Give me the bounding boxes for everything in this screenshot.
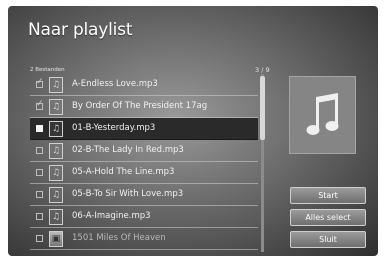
file-name: 1501 Miles Of Heaven <box>72 233 166 243</box>
page-title: Naar playlist <box>28 20 133 40</box>
file-list: ♫ A-Endless Love.mp3 ♫ By Order Of The P… <box>30 74 258 250</box>
list-item[interactable]: ♫ 02-B-The Lady In Red.mp3 <box>30 140 258 162</box>
file-name: 02-B-The Lady In Red.mp3 <box>72 145 184 155</box>
music-note-icon <box>306 93 339 135</box>
list-item[interactable]: ▣ 1501 Miles Of Heaven <box>30 228 258 250</box>
checkbox[interactable] <box>36 235 43 242</box>
list-item-selected[interactable]: ♫ 01-B-Yesterday.mp3 <box>30 118 258 140</box>
checkbox[interactable] <box>36 169 43 176</box>
list-item[interactable]: ♫ 06-A-Imagine.mp3 <box>30 206 258 228</box>
checkbox[interactable] <box>36 191 43 198</box>
file-name: A-Endless Love.mp3 <box>72 79 158 89</box>
checkbox[interactable] <box>36 125 43 132</box>
checkbox[interactable] <box>36 77 44 88</box>
photo-thumbnail-icon: ▣ <box>49 231 63 247</box>
list-item[interactable]: ♫ By Order Of The President 17ag <box>30 96 258 118</box>
file-name: By Order Of The President 17ag <box>72 101 208 111</box>
music-file-icon: ♫ <box>49 143 63 159</box>
checkbox[interactable] <box>36 147 43 154</box>
scrollbar-thumb[interactable] <box>260 76 265 140</box>
file-name: 05-B-To Sir With Love.mp3 <box>72 189 184 199</box>
preview-panel <box>289 76 356 154</box>
file-count: 2 Bestanden <box>30 67 65 73</box>
checkbox[interactable] <box>36 99 44 110</box>
music-file-icon: ♫ <box>49 165 63 181</box>
page-indicator: 3 / 9 <box>255 66 270 74</box>
music-file-icon: ♫ <box>49 99 63 115</box>
music-file-icon: ♫ <box>49 209 63 225</box>
file-name: 01-B-Yesterday.mp3 <box>72 123 156 133</box>
close-button[interactable]: Sluit <box>290 231 366 248</box>
playlist-screen: Naar playlist 2 Bestanden 3 / 9 ♫ A-Endl… <box>8 6 378 256</box>
checkbox[interactable] <box>36 213 43 220</box>
start-button[interactable]: Start <box>290 187 366 204</box>
music-file-icon: ♫ <box>49 187 63 203</box>
list-item[interactable]: ♫ 05-B-To Sir With Love.mp3 <box>30 184 258 206</box>
music-file-icon: ♫ <box>49 121 63 137</box>
file-name: 06-A-Imagine.mp3 <box>72 211 151 221</box>
select-all-button[interactable]: Alles select <box>290 209 366 226</box>
list-item[interactable]: ♫ A-Endless Love.mp3 <box>30 74 258 96</box>
file-name: 05-A-Hold The Line.mp3 <box>72 167 175 177</box>
list-item[interactable]: ♫ 05-A-Hold The Line.mp3 <box>30 162 258 184</box>
music-file-icon: ♫ <box>49 77 63 93</box>
